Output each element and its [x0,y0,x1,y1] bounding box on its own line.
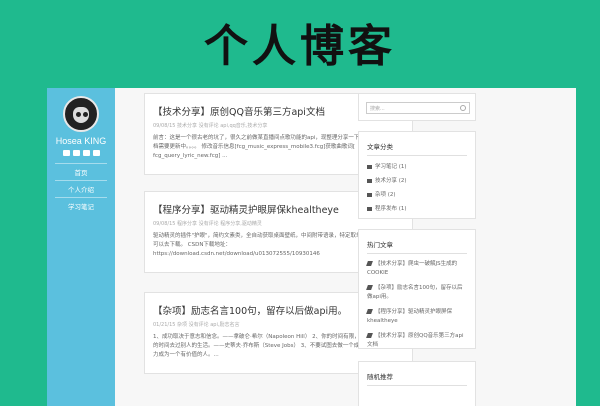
folder-icon [367,164,372,169]
sidebar-item-about[interactable]: 个人介绍 [55,180,107,197]
avatar[interactable] [63,96,99,132]
categories-title: 文章分类 [367,141,467,156]
pencil-icon [366,285,373,290]
sidebar-item-home[interactable]: 首页 [55,163,107,180]
sidebar: Hosea KING 首页 个人介绍 学习笔记 [47,88,115,406]
folder-icon [367,206,372,211]
pencil-icon [366,333,373,338]
hot-posts-widget: 热门文章 【技术分享】爬虫一破解JS生成的COOKIE 【杂项】励志名言100句… [358,229,476,349]
categories-widget: 文章分类 学习笔记 (1) 技术分享 (2) 杂项 (2) 程序发布 (1) [358,131,476,219]
hot-post-item[interactable]: 【程序分享】驱动精灵护眼屏保khealtheye [366,308,467,326]
folder-icon [367,192,372,197]
pencil-icon [366,261,373,266]
search-icon[interactable] [460,105,466,111]
blog-screenshot: Hosea KING 首页 个人介绍 学习笔记 【技术分享】原创QQ音乐第三方a… [47,88,576,406]
hot-posts-title: 热门文章 [367,239,467,254]
category-item[interactable]: 杂项 (2) [367,190,467,198]
qq-icon[interactable] [82,150,90,156]
right-sidebar: 搜索... 文章分类 学习笔记 (1) 技术分享 (2) 杂项 (2) 程序发布… [358,88,508,406]
mail-icon[interactable] [62,150,70,156]
category-item[interactable]: 技术分享 (2) [367,176,467,184]
hot-post-item[interactable]: 【技术分享】原创QQ音乐第三方api文档 [366,332,467,350]
folder-icon [367,178,372,183]
page-banner-title: 个人博客 [204,21,396,72]
sidebar-item-notes[interactable]: 学习笔记 [55,197,107,214]
search-input[interactable]: 搜索... [366,102,470,114]
hot-post-item[interactable]: 【杂项】励志名言100句，留存以后做api用。 [366,284,467,302]
recommend-widget: 随机推荐 [358,361,476,406]
sidebar-nav: 首页 个人介绍 学习笔记 [47,163,115,214]
social-icons [47,150,115,156]
search-widget: 搜索... [358,93,476,121]
recommend-title: 随机推荐 [367,371,467,386]
weibo-icon[interactable] [72,150,80,156]
hot-post-item[interactable]: 【技术分享】爬虫一破解JS生成的COOKIE [366,260,467,278]
blog-owner-name: Hosea KING [55,136,107,146]
category-item[interactable]: 程序发布 (1) [367,204,467,212]
music-icon[interactable] [92,150,100,156]
pencil-icon [366,309,373,314]
category-item[interactable]: 学习笔记 (1) [367,162,467,170]
